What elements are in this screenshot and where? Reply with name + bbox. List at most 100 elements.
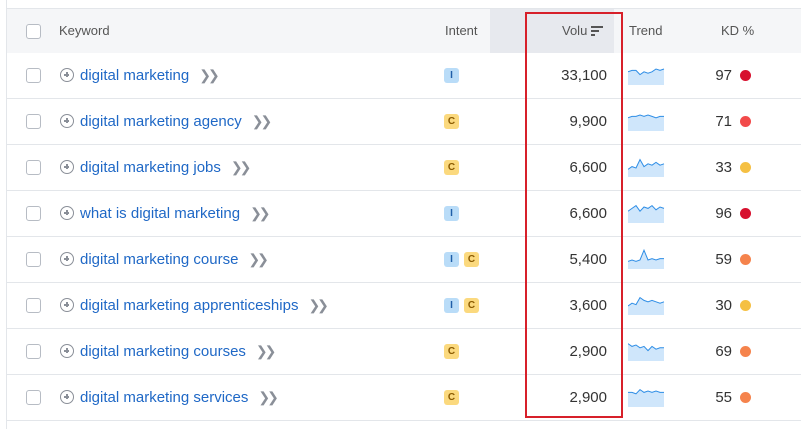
table-row: digital marketing apprenticeships ❯❯ I C 3,6… [7, 283, 801, 329]
keyword-text[interactable]: digital marketing course [80, 251, 238, 268]
trend-area [628, 159, 664, 177]
plus-circle-icon[interactable] [60, 160, 74, 174]
trend-sparkline [628, 296, 665, 315]
select-all-checkbox[interactable] [26, 24, 41, 39]
keyword-link[interactable]: digital marketing courses ❯❯ [80, 329, 277, 374]
table-row: digital marketing jobs ❯❯ C 6,600 33 [7, 145, 801, 191]
trend-area [628, 69, 664, 85]
volume-value: 6,600 [569, 159, 607, 176]
intent-badge: I [444, 252, 459, 267]
trend-sparkline [628, 204, 665, 223]
keyword-link[interactable]: digital marketing ❯❯ [80, 53, 220, 98]
double-chevron-right-icon[interactable]: ❯❯ [231, 145, 252, 190]
keyword-text[interactable]: digital marketing [80, 67, 189, 84]
table-row: digital marketing agency ❯❯ C 9,900 71 [7, 99, 801, 145]
trend-sparkline [628, 388, 664, 407]
row-checkbox[interactable] [26, 206, 41, 221]
kd-value: 96 [715, 205, 732, 222]
keyword-text[interactable]: digital marketing apprenticeships [80, 297, 298, 314]
double-chevron-right-icon[interactable]: ❯❯ [308, 283, 329, 328]
plus-circle-icon[interactable] [60, 206, 74, 220]
kd-difficulty-dot [740, 300, 751, 311]
kd-value: 97 [715, 67, 732, 84]
plus-circle-icon[interactable] [60, 390, 74, 404]
table-row: digital marketing courses ❯❯ C 2,900 69 [7, 329, 801, 375]
column-header-keyword[interactable]: Keyword [59, 9, 110, 53]
kd-difficulty-dot [740, 162, 751, 173]
kd-difficulty-dot [740, 346, 751, 357]
table-row: digital marketing ❯❯ I 33,100 97 [7, 53, 801, 99]
intent-badge: C [444, 344, 459, 359]
table-row: digital marketing course ❯❯ I C 5,400 59 [7, 237, 801, 283]
intent-badge: I [444, 206, 459, 221]
column-header-volume-label: Volu [562, 23, 588, 38]
volume-value: 9,900 [569, 113, 607, 130]
plus-circle-icon[interactable] [60, 298, 74, 312]
table-row: what is digital marketing ❯❯ I 6,600 96 [7, 191, 801, 237]
keyword-text[interactable]: digital marketing services [80, 389, 248, 406]
plus-circle-icon[interactable] [60, 344, 74, 358]
volume-value: 2,900 [569, 389, 607, 406]
plus-circle-icon[interactable] [60, 252, 74, 266]
trend-sparkline [628, 343, 664, 361]
intent-badge: C [464, 298, 479, 313]
kd-difficulty-dot [740, 392, 751, 403]
table-header: Keyword Intent Trend KD % [7, 9, 801, 54]
kd-value: 59 [715, 251, 732, 268]
row-checkbox[interactable] [26, 298, 41, 313]
intent-badge: C [464, 252, 479, 267]
intent-badge: C [444, 390, 459, 405]
volume-value: 6,600 [569, 205, 607, 222]
volume-value: 5,400 [569, 251, 607, 268]
kd-difficulty-dot [740, 208, 751, 219]
keyword-link[interactable]: digital marketing jobs ❯❯ [80, 145, 252, 190]
row-checkbox[interactable] [26, 252, 41, 267]
trend-sparkline [628, 248, 664, 269]
double-chevron-right-icon[interactable]: ❯❯ [250, 191, 271, 236]
double-chevron-right-icon[interactable]: ❯❯ [256, 329, 277, 374]
double-chevron-right-icon[interactable]: ❯❯ [248, 237, 269, 282]
column-header-intent[interactable]: Intent [445, 9, 478, 53]
kd-value: 69 [715, 343, 732, 360]
volume-value: 3,600 [569, 297, 607, 314]
keyword-link[interactable]: digital marketing services ❯❯ [80, 375, 279, 420]
kd-value: 71 [715, 113, 732, 130]
trend-sparkline [628, 68, 665, 85]
trend-sparkline [628, 114, 664, 131]
keyword-text[interactable]: digital marketing agency [80, 113, 242, 130]
keyword-link[interactable]: what is digital marketing ❯❯ [80, 191, 271, 236]
volume-value: 2,900 [569, 343, 607, 360]
keyword-link[interactable]: digital marketing agency ❯❯ [80, 99, 273, 144]
keyword-link[interactable]: digital marketing course ❯❯ [80, 237, 269, 282]
trend-area [628, 297, 664, 315]
keyword-text[interactable]: digital marketing jobs [80, 159, 221, 176]
kd-value: 33 [715, 159, 732, 176]
row-checkbox[interactable] [26, 160, 41, 175]
intent-badge: C [444, 114, 459, 129]
column-header-kd[interactable]: KD % [721, 9, 754, 53]
kd-difficulty-dot [740, 70, 751, 81]
keyword-text[interactable]: what is digital marketing [80, 205, 240, 222]
row-checkbox[interactable] [26, 344, 41, 359]
sort-descending-icon[interactable] [591, 26, 603, 36]
double-chevron-right-icon[interactable]: ❯❯ [252, 99, 273, 144]
kd-value: 55 [715, 389, 732, 406]
trend-sparkline [628, 158, 665, 177]
row-checkbox[interactable] [26, 390, 41, 405]
kd-difficulty-dot [740, 254, 751, 265]
intent-badge: I [444, 298, 459, 313]
plus-circle-icon[interactable] [60, 114, 74, 128]
row-checkbox[interactable] [26, 68, 41, 83]
kd-difficulty-dot [740, 116, 751, 127]
double-chevron-right-icon[interactable]: ❯❯ [258, 375, 279, 420]
keyword-text[interactable]: digital marketing courses [80, 343, 246, 360]
row-checkbox[interactable] [26, 114, 41, 129]
keyword-link[interactable]: digital marketing apprenticeships ❯❯ [80, 283, 329, 328]
plus-circle-icon[interactable] [60, 68, 74, 82]
kd-value: 30 [715, 297, 732, 314]
volume-value: 33,100 [561, 67, 607, 84]
intent-badge: I [444, 68, 459, 83]
column-header-trend[interactable]: Trend [629, 9, 662, 53]
table-row: digital marketing services ❯❯ C 2,900 55 [7, 375, 801, 421]
double-chevron-right-icon[interactable]: ❯❯ [199, 53, 220, 98]
